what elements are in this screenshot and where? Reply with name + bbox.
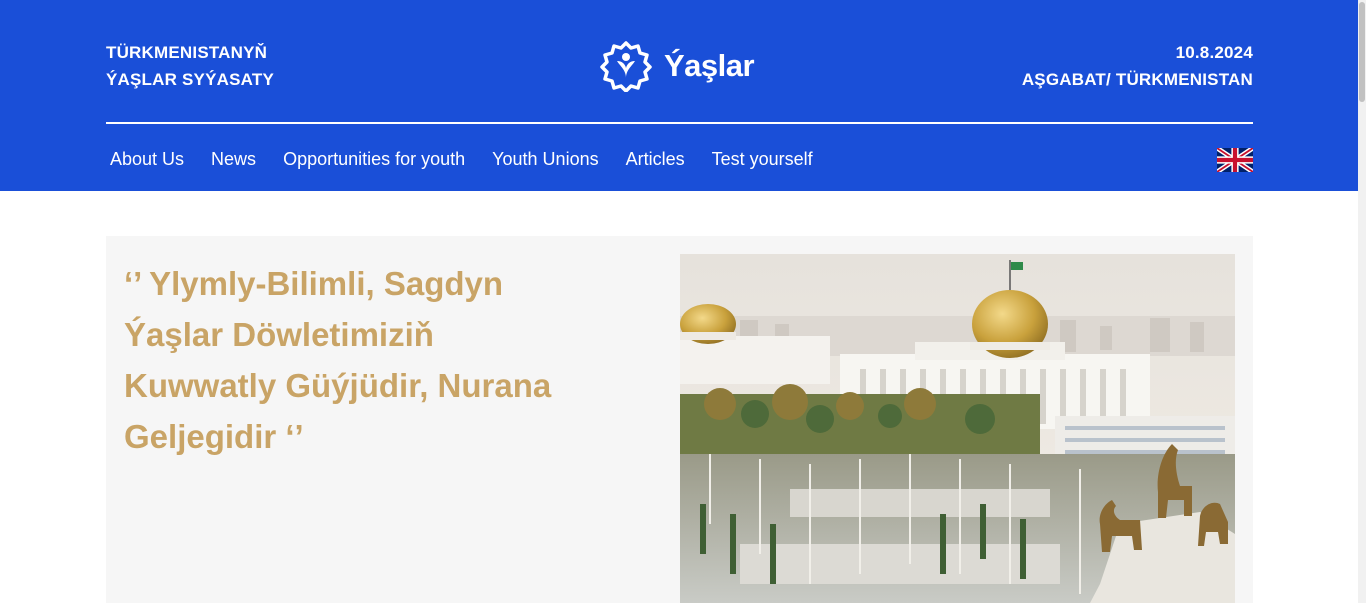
header-divider: [106, 122, 1253, 124]
tagline-line-1: TÜRKMENISTANYŇ: [106, 43, 268, 62]
hero-banner: ‘’ Ylymly-Bilimli, Sagdyn Ýaşlar Döwleti…: [106, 236, 1253, 603]
site-tagline: TÜRKMENISTANYŇ ÝAŞLAR SYÝASATY: [106, 39, 274, 93]
tagline-line-2: ÝAŞLAR SYÝASATY: [106, 70, 274, 89]
nav-articles[interactable]: Articles: [626, 146, 685, 172]
nav-test-yourself[interactable]: Test yourself: [712, 146, 813, 172]
location: AŞGABAT/ TÜRKMENISTAN: [1021, 70, 1253, 89]
page-scrollbar[interactable]: [1358, 0, 1366, 603]
nav-opportunities-for-youth[interactable]: Opportunities for youth: [283, 146, 465, 172]
hero-photo-ashgabat-palace: [680, 254, 1235, 603]
nav-news[interactable]: News: [211, 146, 256, 172]
nav-about-us[interactable]: About Us: [110, 146, 184, 172]
uk-flag-icon[interactable]: [1217, 148, 1253, 172]
site-header: TÜRKMENISTANYŇ ÝAŞLAR SYÝASATY Ýaşlar 10…: [0, 0, 1358, 191]
hero-quote: ‘’ Ylymly-Bilimli, Sagdyn Ýaşlar Döwleti…: [124, 265, 552, 455]
scrollbar-thumb[interactable]: [1359, 2, 1365, 102]
logo-emblem-icon: [600, 41, 652, 92]
main-nav: About Us News Opportunities for youth Yo…: [110, 146, 813, 172]
current-date: 10.8.2024: [1175, 43, 1253, 62]
site-logo[interactable]: Ýaşlar: [600, 40, 755, 92]
nav-youth-unions[interactable]: Youth Unions: [492, 146, 598, 172]
logo-text: Ýaşlar: [664, 48, 755, 83]
date-location: 10.8.2024 AŞGABAT/ TÜRKMENISTAN: [1022, 39, 1253, 93]
